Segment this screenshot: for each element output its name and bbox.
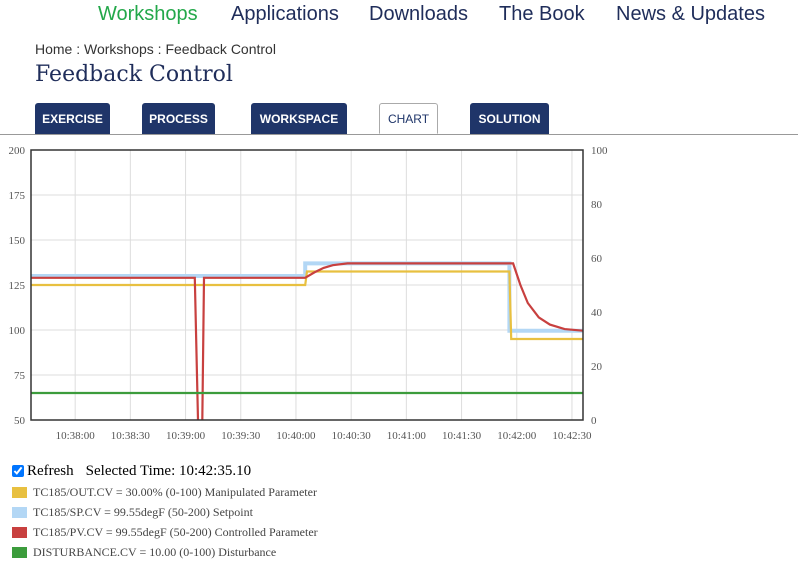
legend-item-pv: TC185/PV.CV = 99.55degF (50-200) Control…	[12, 522, 318, 542]
legend-text: TC185/OUT.CV = 30.00% (0-100) Manipulate…	[33, 484, 317, 499]
nav-downloads[interactable]: Downloads	[369, 3, 468, 26]
nav-the-book[interactable]: The Book	[499, 3, 585, 26]
x-tick-label: 10:40:30	[332, 430, 372, 442]
x-tick-label: 10:41:00	[387, 430, 427, 442]
legend-text: TC185/SP.CV = 99.55degF (50-200) Setpoin…	[33, 504, 253, 519]
x-tick-label: 10:38:00	[56, 430, 96, 442]
x-tick-label: 10:39:00	[166, 430, 206, 442]
tab-solution[interactable]: SOLUTION	[470, 103, 549, 134]
x-tick-label: 10:41:30	[442, 430, 482, 442]
legend-text: TC185/PV.CV = 99.55degF (50-200) Control…	[33, 524, 318, 539]
nav-applications[interactable]: Applications	[231, 3, 339, 26]
sp-swatch	[12, 506, 27, 518]
series-out-line	[31, 270, 583, 341]
disturbance-swatch	[12, 546, 27, 558]
y-left-tick-label: 50	[14, 415, 26, 427]
breadcrumb[interactable]: Home : Workshops : Feedback Control	[35, 41, 276, 57]
y-right-tick-label: 0	[591, 415, 597, 427]
tab-chart[interactable]: CHART	[379, 103, 438, 134]
x-tick-label: 10:38:30	[111, 430, 151, 442]
y-left-tick-label: 75	[14, 370, 26, 382]
legend-text: DISTURBANCE.CV = 10.00 (0-100) Disturban…	[33, 544, 277, 559]
y-right-tick-label: 40	[591, 307, 603, 319]
x-tick-label: 10:42:30	[552, 430, 592, 442]
x-tick-label: 10:42:00	[497, 430, 537, 442]
y-right-tick-label: 60	[591, 253, 603, 265]
chart-legend: Refresh Selected Time: 10:42:35.10 TC185…	[12, 460, 318, 562]
refresh-checkbox[interactable]	[12, 465, 24, 477]
tab-process[interactable]: PROCESS	[142, 103, 215, 134]
trend-chart[interactable]: 50 75 100 125 150 175 200 0 20 40 60 80 100 10:38:00 1…	[0, 140, 798, 455]
x-tick-label: 10:40:00	[276, 430, 316, 442]
y-right-tick-label: 20	[591, 361, 603, 373]
tab-workspace[interactable]: WORKSPACE	[251, 103, 347, 134]
y-left-tick-label: 100	[9, 325, 26, 337]
legend-item-out: TC185/OUT.CV = 30.00% (0-100) Manipulate…	[12, 482, 318, 502]
tab-bar: EXERCISE PROCESS WORKSPACE CHART SOLUTIO…	[0, 103, 798, 135]
legend-item-sp: TC185/SP.CV = 99.55degF (50-200) Setpoin…	[12, 502, 318, 522]
page-title: Feedback Control	[35, 62, 233, 87]
top-nav: Workshops Applications Downloads The Boo…	[0, 3, 798, 27]
out-swatch	[12, 486, 27, 498]
pv-swatch	[12, 526, 27, 538]
y-left-tick-label: 200	[9, 145, 26, 157]
y-left-tick-label: 125	[9, 280, 26, 292]
y-left-tick-label: 175	[9, 190, 26, 202]
series-pv-line	[31, 262, 583, 420]
nav-news-updates[interactable]: News & Updates	[616, 3, 765, 26]
nav-workshops[interactable]: Workshops	[98, 3, 198, 26]
refresh-label: Refresh	[27, 462, 74, 479]
y-right-tick-label: 100	[591, 145, 608, 157]
selected-time: Selected Time: 10:42:35.10	[85, 462, 252, 479]
x-tick-label: 10:39:30	[221, 430, 261, 442]
y-left-tick-label: 150	[9, 235, 26, 247]
legend-item-disturbance: DISTURBANCE.CV = 10.00 (0-100) Disturban…	[12, 542, 318, 562]
tab-exercise[interactable]: EXERCISE	[35, 103, 110, 134]
y-right-tick-label: 80	[591, 199, 603, 211]
